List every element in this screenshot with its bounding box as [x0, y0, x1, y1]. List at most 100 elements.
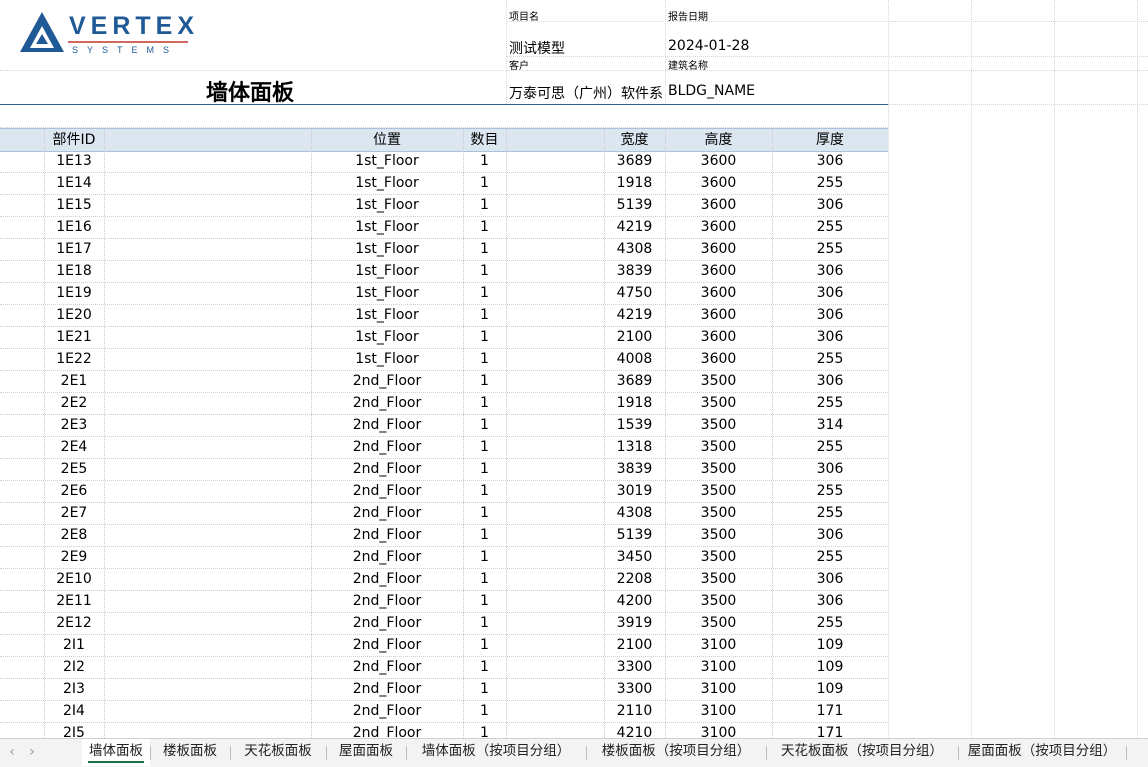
cell-thickness[interactable]: 255	[772, 480, 888, 502]
cell-count[interactable]: 1	[463, 370, 506, 392]
cell-part-id[interactable]: 2I3	[44, 678, 104, 700]
cell-location[interactable]: 2nd_Floor	[311, 414, 463, 436]
cell-part-id[interactable]: 1E13	[44, 150, 104, 172]
column-header-width[interactable]: 宽度	[604, 129, 665, 151]
cell-location[interactable]: 2nd_Floor	[311, 480, 463, 502]
report-date-value[interactable]: 2024-01-28	[668, 38, 749, 54]
cell-width[interactable]: 4008	[604, 348, 665, 370]
table-row[interactable]: 1E16 1st_Floor 1 4219 3600 255	[0, 216, 888, 239]
table-row[interactable]: 2E5 2nd_Floor 1 3839 3500 306	[0, 458, 888, 481]
sheet-tab[interactable]: 墙体面板	[82, 739, 150, 766]
cell-height[interactable]: 3100	[665, 678, 772, 700]
cell-height[interactable]: 3100	[665, 634, 772, 656]
cell-thickness[interactable]: 306	[772, 282, 888, 304]
cell-part-id[interactable]: 1E18	[44, 260, 104, 282]
cell-count[interactable]: 1	[463, 348, 506, 370]
cell-location[interactable]: 2nd_Floor	[311, 678, 463, 700]
cell-part-id[interactable]: 2E5	[44, 458, 104, 480]
table-row[interactable]: 1E14 1st_Floor 1 1918 3600 255	[0, 172, 888, 195]
table-row[interactable]: 1E13 1st_Floor 1 3689 3600 306	[0, 150, 888, 173]
cell-location[interactable]: 2nd_Floor	[311, 392, 463, 414]
cell-height[interactable]: 3600	[665, 348, 772, 370]
cell-count[interactable]: 1	[463, 568, 506, 590]
table-row[interactable]: 2I3 2nd_Floor 1 3300 3100 109	[0, 678, 888, 701]
cell-thickness[interactable]: 171	[772, 700, 888, 722]
cell-height[interactable]: 3100	[665, 700, 772, 722]
cell-part-id[interactable]: 2E10	[44, 568, 104, 590]
cell-part-id[interactable]: 2E7	[44, 502, 104, 524]
cell-count[interactable]: 1	[463, 612, 506, 634]
cell-thickness[interactable]: 255	[772, 612, 888, 634]
cell-thickness[interactable]: 306	[772, 370, 888, 392]
cell-thickness[interactable]: 109	[772, 656, 888, 678]
cell-count[interactable]: 1	[463, 678, 506, 700]
table-row[interactable]: 2I1 2nd_Floor 1 2100 3100 109	[0, 634, 888, 657]
cell-thickness[interactable]: 255	[772, 502, 888, 524]
sheet-tab[interactable]: 天花板面板（按项目分组）	[766, 739, 958, 766]
cell-height[interactable]: 3500	[665, 568, 772, 590]
cell-width[interactable]: 4308	[604, 238, 665, 260]
cell-location[interactable]: 1st_Floor	[311, 238, 463, 260]
cell-width[interactable]: 4219	[604, 216, 665, 238]
cell-count[interactable]: 1	[463, 150, 506, 172]
cell-count[interactable]: 1	[463, 238, 506, 260]
table-row[interactable]: 1E17 1st_Floor 1 4308 3600 255	[0, 238, 888, 261]
cell-width[interactable]: 2100	[604, 634, 665, 656]
cell-thickness[interactable]: 255	[772, 172, 888, 194]
cell-width[interactable]: 3689	[604, 150, 665, 172]
cell-location[interactable]: 2nd_Floor	[311, 458, 463, 480]
cell-part-id[interactable]: 2E3	[44, 414, 104, 436]
cell-height[interactable]: 3600	[665, 282, 772, 304]
cell-thickness[interactable]: 255	[772, 392, 888, 414]
cell-thickness[interactable]: 109	[772, 634, 888, 656]
cell-count[interactable]: 1	[463, 634, 506, 656]
cell-part-id[interactable]: 2I5	[44, 722, 104, 738]
cell-width[interactable]: 4750	[604, 282, 665, 304]
cell-part-id[interactable]: 1E15	[44, 194, 104, 216]
cell-thickness[interactable]: 306	[772, 150, 888, 172]
cell-width[interactable]: 5139	[604, 194, 665, 216]
cell-height[interactable]: 3100	[665, 656, 772, 678]
cell-location[interactable]: 2nd_Floor	[311, 700, 463, 722]
cell-location[interactable]: 1st_Floor	[311, 260, 463, 282]
column-header-thickness[interactable]: 厚度	[772, 129, 888, 151]
table-row[interactable]: 2E10 2nd_Floor 1 2208 3500 306	[0, 568, 888, 591]
cell-thickness[interactable]: 171	[772, 722, 888, 738]
cell-height[interactable]: 3100	[665, 722, 772, 738]
table-row[interactable]: 2I5 2nd_Floor 1 4210 3100 171	[0, 722, 888, 738]
cell-count[interactable]: 1	[463, 216, 506, 238]
table-row[interactable]: 2E9 2nd_Floor 1 3450 3500 255	[0, 546, 888, 569]
cell-part-id[interactable]: 1E21	[44, 326, 104, 348]
cell-width[interactable]: 4308	[604, 502, 665, 524]
cell-part-id[interactable]: 1E20	[44, 304, 104, 326]
cell-count[interactable]: 1	[463, 304, 506, 326]
table-row[interactable]: 2E8 2nd_Floor 1 5139 3500 306	[0, 524, 888, 547]
cell-count[interactable]: 1	[463, 326, 506, 348]
cell-part-id[interactable]: 1E19	[44, 282, 104, 304]
cell-count[interactable]: 1	[463, 502, 506, 524]
cell-thickness[interactable]: 255	[772, 348, 888, 370]
table-row[interactable]: 1E22 1st_Floor 1 4008 3600 255	[0, 348, 888, 371]
cell-width[interactable]: 3019	[604, 480, 665, 502]
cell-thickness[interactable]: 306	[772, 304, 888, 326]
cell-thickness[interactable]: 306	[772, 590, 888, 612]
cell-height[interactable]: 3600	[665, 260, 772, 282]
cell-thickness[interactable]: 306	[772, 194, 888, 216]
cell-part-id[interactable]: 2E11	[44, 590, 104, 612]
table-row[interactable]: 2E7 2nd_Floor 1 4308 3500 255	[0, 502, 888, 525]
cell-width[interactable]: 3450	[604, 546, 665, 568]
table-row[interactable]: 2I4 2nd_Floor 1 2110 3100 171	[0, 700, 888, 723]
cell-location[interactable]: 1st_Floor	[311, 304, 463, 326]
table-row[interactable]: 2E11 2nd_Floor 1 4200 3500 306	[0, 590, 888, 613]
cell-thickness[interactable]: 306	[772, 568, 888, 590]
cell-count[interactable]: 1	[463, 436, 506, 458]
column-header-location[interactable]: 位置	[311, 129, 463, 151]
cell-location[interactable]: 2nd_Floor	[311, 612, 463, 634]
cell-location[interactable]: 1st_Floor	[311, 282, 463, 304]
cell-height[interactable]: 3500	[665, 502, 772, 524]
cell-thickness[interactable]: 255	[772, 546, 888, 568]
sheet-tab[interactable]: 屋面面板（按项目分组）	[958, 739, 1126, 766]
cell-width[interactable]: 2100	[604, 326, 665, 348]
cell-part-id[interactable]: 2E1	[44, 370, 104, 392]
cell-width[interactable]: 2208	[604, 568, 665, 590]
